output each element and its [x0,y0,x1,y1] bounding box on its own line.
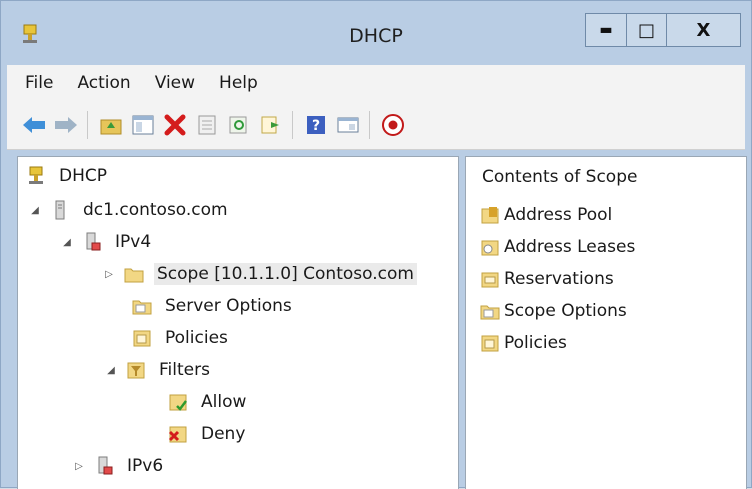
minimize-icon: ▬ [599,22,613,38]
list-item-label: Reservations [504,269,614,289]
toolbar-separator [369,111,370,139]
tree-item-policies[interactable]: Policies [132,323,231,353]
list-item-label: Address Pool [504,205,613,225]
toolbar-separator [87,111,88,139]
dhcp-window: DHCP ▬ □ X File Action View Help ? DHCP … [0,0,752,489]
list-item-reservations[interactable]: Reservations [480,265,614,293]
collapse-arrow-icon[interactable]: ◢ [28,205,42,216]
tree-label: IPv6 [127,456,164,476]
menu-bar: File Action View Help [7,65,745,101]
list-item-label: Address Leases [504,237,636,257]
tree-label: Deny [201,424,246,444]
up-folder-icon[interactable] [96,110,126,140]
delete-icon[interactable] [160,110,190,140]
filter-icon [127,362,145,379]
tree-item-allow[interactable]: Allow [168,387,249,417]
tree-item-ipv4[interactable]: ◢ IPv4 [60,227,154,257]
address-leases-icon [481,240,499,256]
list-item-label: Policies [504,333,567,353]
menu-view[interactable]: View [143,73,207,93]
title-bar[interactable]: DHCP ▬ □ X [1,1,751,65]
tree-label: Policies [165,328,228,348]
scope-options-icon [480,305,500,320]
refresh-icon[interactable] [224,110,254,140]
tree-label: DHCP [59,166,107,186]
menu-file[interactable]: File [7,73,65,93]
list-item-address-leases[interactable]: Address Leases [480,233,635,261]
tree-item-server[interactable]: ◢ dc1.contoso.com [28,195,231,225]
list-item-address-pool[interactable]: Address Pool [480,201,612,229]
deny-icon [168,426,187,443]
policies-icon [133,330,151,347]
server-icon [55,200,65,220]
help-icon[interactable]: ? [301,110,331,140]
policies-icon [481,335,499,352]
console-icon[interactable] [333,110,363,140]
tree-label: Scope [10.1.1.0] Contoso.com [154,263,417,285]
maximize-button[interactable]: □ [627,13,667,47]
console-tree-pane[interactable]: DHCP ◢ dc1.contoso.com ◢ IPv4 ▷ Scope [1… [17,156,459,489]
toolbar-separator [292,111,293,139]
options-folder-icon [132,300,152,315]
show-hide-tree-icon[interactable] [128,110,158,140]
stop-icon[interactable] [378,110,408,140]
menu-help[interactable]: Help [207,73,270,93]
maximize-icon: □ [637,19,655,41]
forward-arrow-icon[interactable] [51,110,81,140]
window-controls: ▬ □ X [585,13,741,49]
minimize-button[interactable]: ▬ [585,13,627,47]
dhcp-icon [29,166,43,184]
tree-label: IPv4 [115,232,152,252]
list-item-scope-options[interactable]: Scope Options [480,297,627,325]
reservations-icon [481,272,499,288]
ipv6-icon [98,456,113,475]
expand-arrow-icon[interactable]: ▷ [102,269,116,280]
tree-label: Filters [159,360,210,380]
properties-icon[interactable] [192,110,222,140]
tree-item-deny[interactable]: Deny [168,419,248,449]
tree-item-dhcp-root[interactable]: DHCP [26,161,110,191]
content-pane[interactable]: Contents of Scope Address Pool Address L… [465,156,747,489]
tree-item-scope[interactable]: ▷ Scope [10.1.1.0] Contoso.com [102,259,417,289]
tree-label: Server Options [165,296,292,316]
collapse-arrow-icon[interactable]: ◢ [104,365,118,376]
address-pool-icon [481,207,499,224]
list-item-label: Scope Options [504,301,627,321]
collapse-arrow-icon[interactable]: ◢ [60,237,74,248]
export-list-icon[interactable] [256,110,286,140]
ipv4-icon [86,232,101,251]
content-title: Contents of Scope [482,167,638,187]
tree-item-ipv6[interactable]: ▷ IPv6 [72,451,166,481]
tree-item-filters[interactable]: ◢ Filters [104,355,213,385]
allow-icon [169,394,187,411]
expand-arrow-icon[interactable]: ▷ [72,461,86,472]
tree-label: dc1.contoso.com [83,200,228,220]
tree-label: Allow [201,392,247,412]
menu-action[interactable]: Action [65,73,142,93]
tree-item-server-options[interactable]: Server Options [132,291,295,321]
close-button[interactable]: X [667,13,741,47]
back-arrow-icon[interactable] [19,110,49,140]
toolbar: ? [7,101,745,150]
list-item-policies[interactable]: Policies [480,329,567,357]
svg-text:?: ? [312,118,320,134]
close-icon: X [696,19,711,41]
folder-icon [124,268,144,283]
